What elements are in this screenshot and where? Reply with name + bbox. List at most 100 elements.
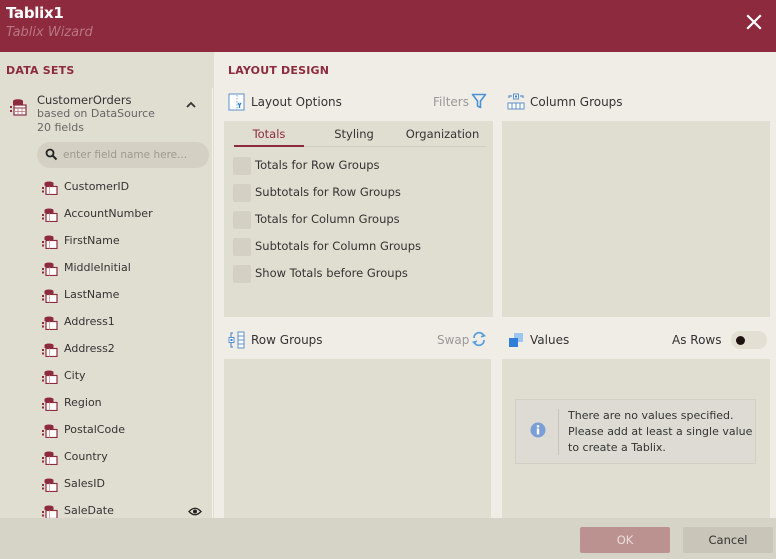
window-title: Tablix1 (6, 4, 64, 22)
swap-button[interactable]: Swap (437, 333, 469, 347)
field-search (37, 142, 209, 168)
field-label: Address1 (64, 315, 115, 328)
field-item[interactable]: SalesID (42, 476, 210, 494)
swap-icon[interactable] (471, 331, 487, 347)
option-checkbox-row[interactable]: Show Totals before Groups (233, 265, 473, 283)
field-icon (42, 262, 58, 276)
field-icon (42, 424, 58, 438)
values-icon (509, 333, 523, 347)
field-item[interactable]: LastName (42, 287, 210, 305)
tab-styling[interactable]: Styling (319, 127, 389, 141)
field-item[interactable]: CustomerID (42, 179, 210, 197)
field-icon (42, 370, 58, 384)
field-item[interactable]: Address2 (42, 341, 210, 359)
column-groups-title: Column Groups (530, 95, 623, 109)
info-icon (530, 422, 546, 438)
dataset-source: based on DataSource (37, 107, 155, 120)
field-icon (42, 316, 58, 330)
option-label: Totals for Row Groups (255, 158, 380, 172)
field-item[interactable]: Country (42, 449, 210, 467)
eye-icon[interactable] (188, 506, 202, 517)
no-values-text: There are no values specified. Please ad… (568, 409, 753, 454)
option-label: Subtotals for Column Groups (255, 239, 421, 253)
window-subtitle: Tablix Wizard (6, 25, 93, 40)
row-groups-header: Row Groups Swap (228, 331, 488, 351)
checkbox[interactable] (233, 211, 251, 229)
field-label: City (64, 369, 86, 382)
field-icon (42, 505, 58, 518)
filters-button[interactable]: Filters (433, 95, 469, 109)
no-values-message: There are no values specified. Please ad… (515, 399, 756, 464)
layout-design-heading: LAYOUT DESIGN (228, 64, 330, 77)
field-item[interactable]: City (42, 368, 210, 386)
column-groups-icon (507, 93, 525, 110)
field-label: LastName (64, 288, 120, 301)
field-icon (42, 397, 58, 411)
dataset-name[interactable]: CustomerOrders (37, 93, 132, 107)
field-item[interactable]: SaleDate (42, 503, 210, 518)
close-button[interactable] (744, 12, 764, 32)
field-item[interactable]: Address1 (42, 314, 210, 332)
option-label: Show Totals before Groups (255, 266, 408, 280)
checkbox[interactable] (233, 184, 251, 202)
checkbox[interactable] (233, 157, 251, 175)
option-label: Subtotals for Row Groups (255, 185, 401, 199)
column-groups-dropzone[interactable] (502, 121, 770, 317)
option-checkbox-row[interactable]: Subtotals for Column Groups (233, 238, 473, 256)
chevron-up-icon[interactable] (185, 100, 197, 110)
cancel-button[interactable]: Cancel (683, 527, 773, 553)
field-label: Address2 (64, 342, 115, 355)
checkbox[interactable] (233, 238, 251, 256)
as-rows-toggle[interactable] (731, 331, 767, 349)
option-checkbox-row[interactable]: Totals for Row Groups (233, 157, 473, 175)
field-label: Country (64, 450, 108, 463)
field-item[interactable]: FirstName (42, 233, 210, 251)
filter-icon[interactable] (471, 93, 487, 109)
option-checkbox-row[interactable]: Totals for Column Groups (233, 211, 473, 229)
option-checkbox-row[interactable]: Subtotals for Row Groups (233, 184, 473, 202)
field-icon (42, 208, 58, 222)
as-rows-label: As Rows (672, 333, 722, 347)
field-label: Region (64, 396, 102, 409)
field-label: PostalCode (64, 423, 125, 436)
column-groups-header: Column Groups (507, 93, 767, 113)
toggle-knob (736, 336, 745, 345)
ok-button[interactable]: OK (580, 527, 670, 553)
data-sets-heading: DATA SETS (6, 64, 75, 77)
field-label: FirstName (64, 234, 120, 247)
field-icon (42, 451, 58, 465)
layout-options-tabs: Totals Styling Organization (224, 121, 494, 147)
field-label: AccountNumber (64, 207, 153, 220)
field-icon (42, 343, 58, 357)
layout-options-icon (228, 93, 245, 111)
field-item[interactable]: PostalCode (42, 422, 210, 440)
field-label: MiddleInitial (64, 261, 131, 274)
tab-organization[interactable]: Organization (400, 127, 485, 141)
active-tab-indicator (234, 145, 304, 147)
tab-totals[interactable]: Totals (234, 127, 304, 141)
info-divider (558, 409, 559, 455)
field-label: SalesID (64, 477, 105, 490)
layout-options-header: Layout Options Filters (228, 93, 488, 113)
close-icon (746, 14, 762, 30)
dialog-footer: OK Cancel (0, 518, 776, 559)
title-bar: Tablix1 Tablix Wizard (0, 0, 776, 52)
layout-options-title: Layout Options (251, 95, 342, 109)
row-groups-dropzone[interactable] (224, 359, 491, 518)
checkbox[interactable] (233, 265, 251, 283)
field-item[interactable]: MiddleInitial (42, 260, 210, 278)
field-icon (42, 235, 58, 249)
field-label: CustomerID (64, 180, 130, 193)
layout-options-panel: Totals Styling Organization Totals for R… (224, 121, 493, 317)
field-item[interactable]: AccountNumber (42, 206, 210, 224)
field-icon (42, 478, 58, 492)
sidebar-scrollbar[interactable] (212, 88, 213, 518)
field-icon (42, 181, 58, 195)
field-search-input[interactable] (63, 145, 203, 165)
row-groups-icon (228, 331, 245, 349)
values-header: Values As Rows (507, 331, 727, 351)
field-icon (42, 289, 58, 303)
field-item[interactable]: Region (42, 395, 210, 413)
data-sets-sidebar: DATA SETS CustomerOrders based on DataSo… (0, 52, 214, 518)
search-icon (45, 148, 58, 161)
